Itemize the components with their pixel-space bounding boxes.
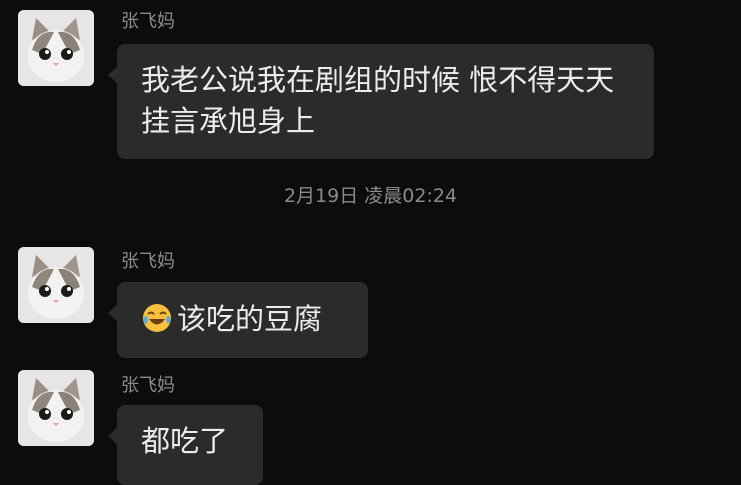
sender-name: 张飞妈: [121, 11, 175, 32]
laughing-crying-emoji-icon: [143, 304, 171, 332]
sender-name: 张飞妈: [121, 375, 175, 396]
message-bubble[interactable]: 我老公说我在剧组的时候 恨不得天天挂言承旭身上: [108, 44, 654, 159]
cat-avatar-icon: [18, 370, 94, 446]
message-text: 该吃的豆腐: [177, 302, 323, 336]
timestamp: 2月19日 凌晨02:24: [283, 185, 458, 207]
cat-avatar-icon: [18, 10, 94, 86]
avatar[interactable]: [18, 370, 94, 446]
message-bubble[interactable]: 都吃了: [108, 405, 263, 485]
message-text: 我老公说我在剧组的时候 恨不得天天挂言承旭身上: [141, 63, 615, 138]
message-bubble[interactable]: 该吃的豆腐: [108, 282, 368, 358]
sender-name: 张飞妈: [121, 251, 175, 272]
avatar[interactable]: [18, 247, 94, 323]
avatar[interactable]: [18, 10, 94, 86]
message-text: 都吃了: [141, 424, 229, 458]
cat-avatar-icon: [18, 247, 94, 323]
